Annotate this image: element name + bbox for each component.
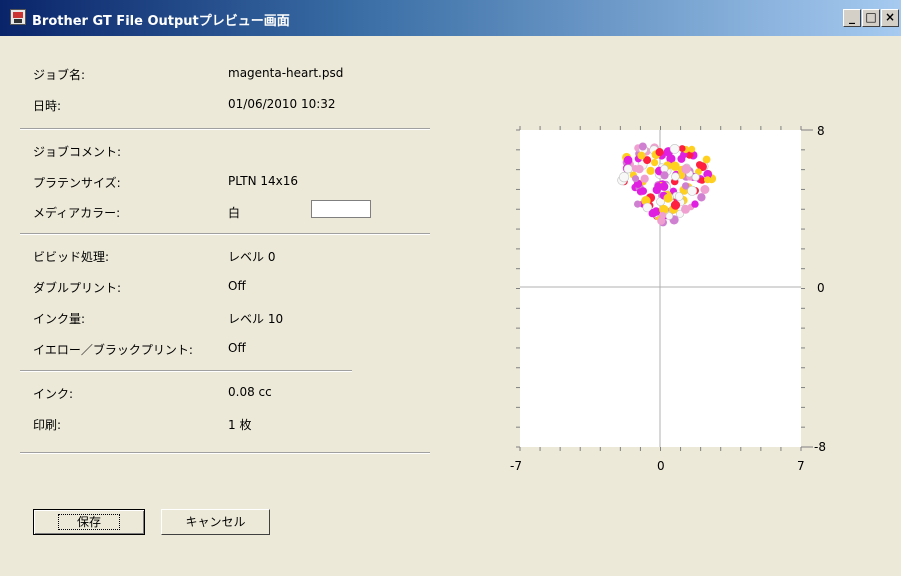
print-value: 1 枚 bbox=[228, 418, 252, 432]
preview-canvas bbox=[516, 126, 813, 451]
double-print-label: ダブルプリント: bbox=[33, 281, 122, 295]
media-color-value: 白 bbox=[228, 206, 241, 220]
heart-dot bbox=[678, 145, 686, 152]
maximize-button[interactable]: □ bbox=[862, 9, 880, 27]
yellow-black-label: イエロー／ブラックプリント: bbox=[33, 343, 193, 357]
datetime-label: 日時: bbox=[33, 99, 62, 113]
app-icon bbox=[10, 9, 26, 25]
x-max-label: 7 bbox=[797, 459, 805, 473]
heart-dot bbox=[618, 171, 630, 183]
heart-dot bbox=[634, 200, 642, 208]
datetime-value: 01/06/2010 10:32 bbox=[228, 97, 336, 111]
x-zero-label: 0 bbox=[657, 459, 665, 473]
heart-dot bbox=[688, 145, 696, 153]
yellow-black-value: Off bbox=[228, 341, 246, 355]
heart-dot bbox=[646, 166, 655, 175]
heart-dot bbox=[674, 192, 684, 201]
divider bbox=[20, 128, 430, 130]
media-color-swatch bbox=[311, 200, 371, 218]
ink-amount-label: インク量: bbox=[33, 312, 86, 326]
vivid-label: ビビッド処理: bbox=[33, 250, 110, 264]
heart-dot bbox=[654, 182, 662, 190]
heart-dot bbox=[623, 155, 633, 165]
title-bar: Brother GT File Outputプレビュー画面 _ □ × bbox=[0, 0, 901, 36]
platen-size-value: PLTN 14x16 bbox=[228, 174, 299, 188]
heart-dot bbox=[700, 185, 710, 194]
heart-dot bbox=[663, 193, 673, 203]
heart-dot bbox=[640, 174, 649, 183]
heart-dot bbox=[681, 204, 690, 214]
close-button[interactable]: × bbox=[881, 9, 899, 27]
media-color-label: メディアカラー: bbox=[33, 206, 121, 220]
divider bbox=[20, 370, 352, 372]
job-name-label: ジョブ名: bbox=[33, 68, 86, 82]
divider bbox=[20, 452, 430, 454]
save-button[interactable]: 保存 bbox=[33, 509, 145, 535]
job-name-value: magenta-heart.psd bbox=[228, 66, 344, 80]
heart-dot bbox=[670, 200, 681, 210]
heart-dot bbox=[660, 171, 669, 180]
heart-dot bbox=[632, 175, 639, 183]
heart-dot bbox=[671, 172, 680, 181]
heart-dot bbox=[691, 173, 700, 182]
heart-dot bbox=[637, 151, 646, 160]
heart-dot bbox=[623, 164, 633, 174]
y-min-label: -8 bbox=[814, 440, 826, 454]
heart-dot bbox=[659, 211, 667, 220]
heart-dot bbox=[636, 188, 644, 195]
heart-dot bbox=[696, 161, 704, 169]
y-zero-label: 0 bbox=[817, 281, 825, 295]
x-min-label: -7 bbox=[510, 459, 522, 473]
print-label: 印刷: bbox=[33, 418, 62, 432]
heart-dot bbox=[702, 155, 711, 164]
heart-dot bbox=[704, 176, 711, 184]
heart-dot bbox=[691, 200, 699, 208]
y-max-label: 8 bbox=[817, 124, 825, 138]
heart-dot bbox=[665, 212, 674, 220]
heart-dot bbox=[638, 142, 647, 151]
heart-dot bbox=[681, 164, 691, 174]
heart-dot bbox=[655, 148, 664, 157]
double-print-value: Off bbox=[228, 279, 246, 293]
cancel-button[interactable]: キャンセル bbox=[161, 509, 270, 535]
vivid-value: レベル 0 bbox=[228, 250, 276, 264]
ink-amount-value: レベル 10 bbox=[228, 312, 284, 326]
heart-dot bbox=[651, 159, 659, 167]
heart-dot bbox=[687, 185, 698, 196]
print-preview bbox=[516, 126, 813, 451]
ink-label: インク: bbox=[33, 387, 74, 401]
heart-dot bbox=[649, 208, 658, 218]
ink-value: 0.08 cc bbox=[228, 385, 272, 399]
job-comment-label: ジョブコメント: bbox=[33, 145, 122, 159]
minimize-button[interactable]: _ bbox=[843, 9, 861, 27]
heart-dot bbox=[697, 193, 706, 202]
save-button-label: 保存 bbox=[57, 514, 120, 530]
heart-dot bbox=[669, 143, 680, 154]
heart-dot bbox=[635, 164, 644, 174]
divider bbox=[20, 233, 430, 235]
window-title: Brother GT File Outputプレビュー画面 bbox=[32, 14, 290, 29]
platen-size-label: プラテンサイズ: bbox=[33, 176, 121, 190]
